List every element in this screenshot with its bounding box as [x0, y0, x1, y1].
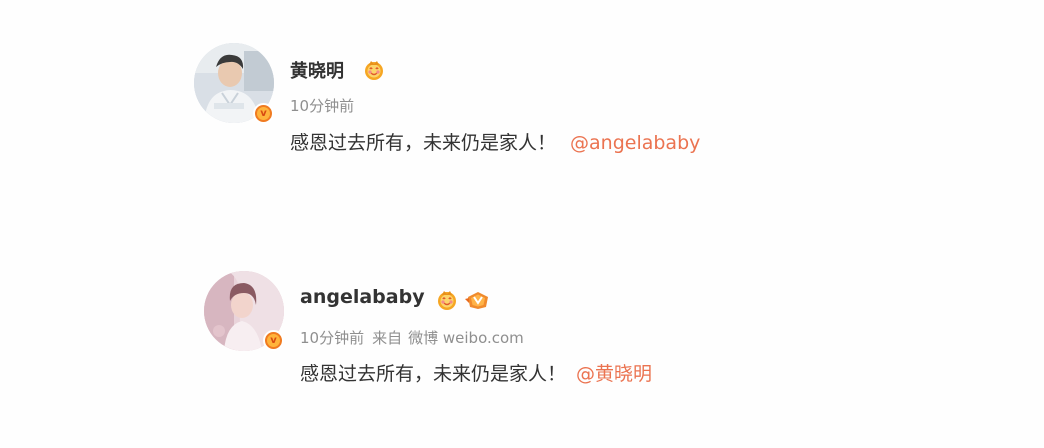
post-source[interactable]: 微博 weibo.com — [408, 329, 524, 347]
post-huangxiaoming: v 黄晓明 10分钟前 感恩过去所有，未来仍是家人！ @angelababy — [0, 0, 1044, 200]
post-time[interactable]: 10分钟前 — [300, 329, 364, 347]
membership-badge-icon — [465, 289, 491, 311]
post-angelababy: v angelababy 10分钟前 来自 微博 weibo.com 感恩过去所有，… — [0, 230, 1044, 448]
post-text: 感恩过去所有，未来仍是家人！ — [300, 363, 567, 385]
post-source-prefix: 来自 — [372, 329, 403, 347]
author-name[interactable]: 黄晓明 — [290, 57, 344, 83]
post-meta: 10分钟前 — [290, 95, 354, 116]
post-content: 感恩过去所有，未来仍是家人！ @黄晓明 — [300, 359, 652, 386]
vip-crown-icon — [362, 59, 386, 81]
post-text: 感恩过去所有，未来仍是家人！ — [290, 132, 557, 154]
verified-badge-icon: v — [263, 330, 284, 351]
vip-crown-icon — [435, 289, 459, 311]
weibo-screenshot: { "posts": [ { "author": "黄晓明", "time": … — [0, 0, 1044, 448]
author-name[interactable]: angelababy — [300, 286, 425, 308]
post-content: 感恩过去所有，未来仍是家人！ @angelababy — [290, 128, 700, 155]
post-time[interactable]: 10分钟前 — [290, 97, 354, 115]
verified-badge-icon: v — [253, 103, 274, 124]
post-meta: 10分钟前 来自 微博 weibo.com — [300, 327, 524, 348]
mention-link[interactable]: @angelababy — [570, 132, 700, 154]
mention-link[interactable]: @黄晓明 — [576, 363, 652, 385]
